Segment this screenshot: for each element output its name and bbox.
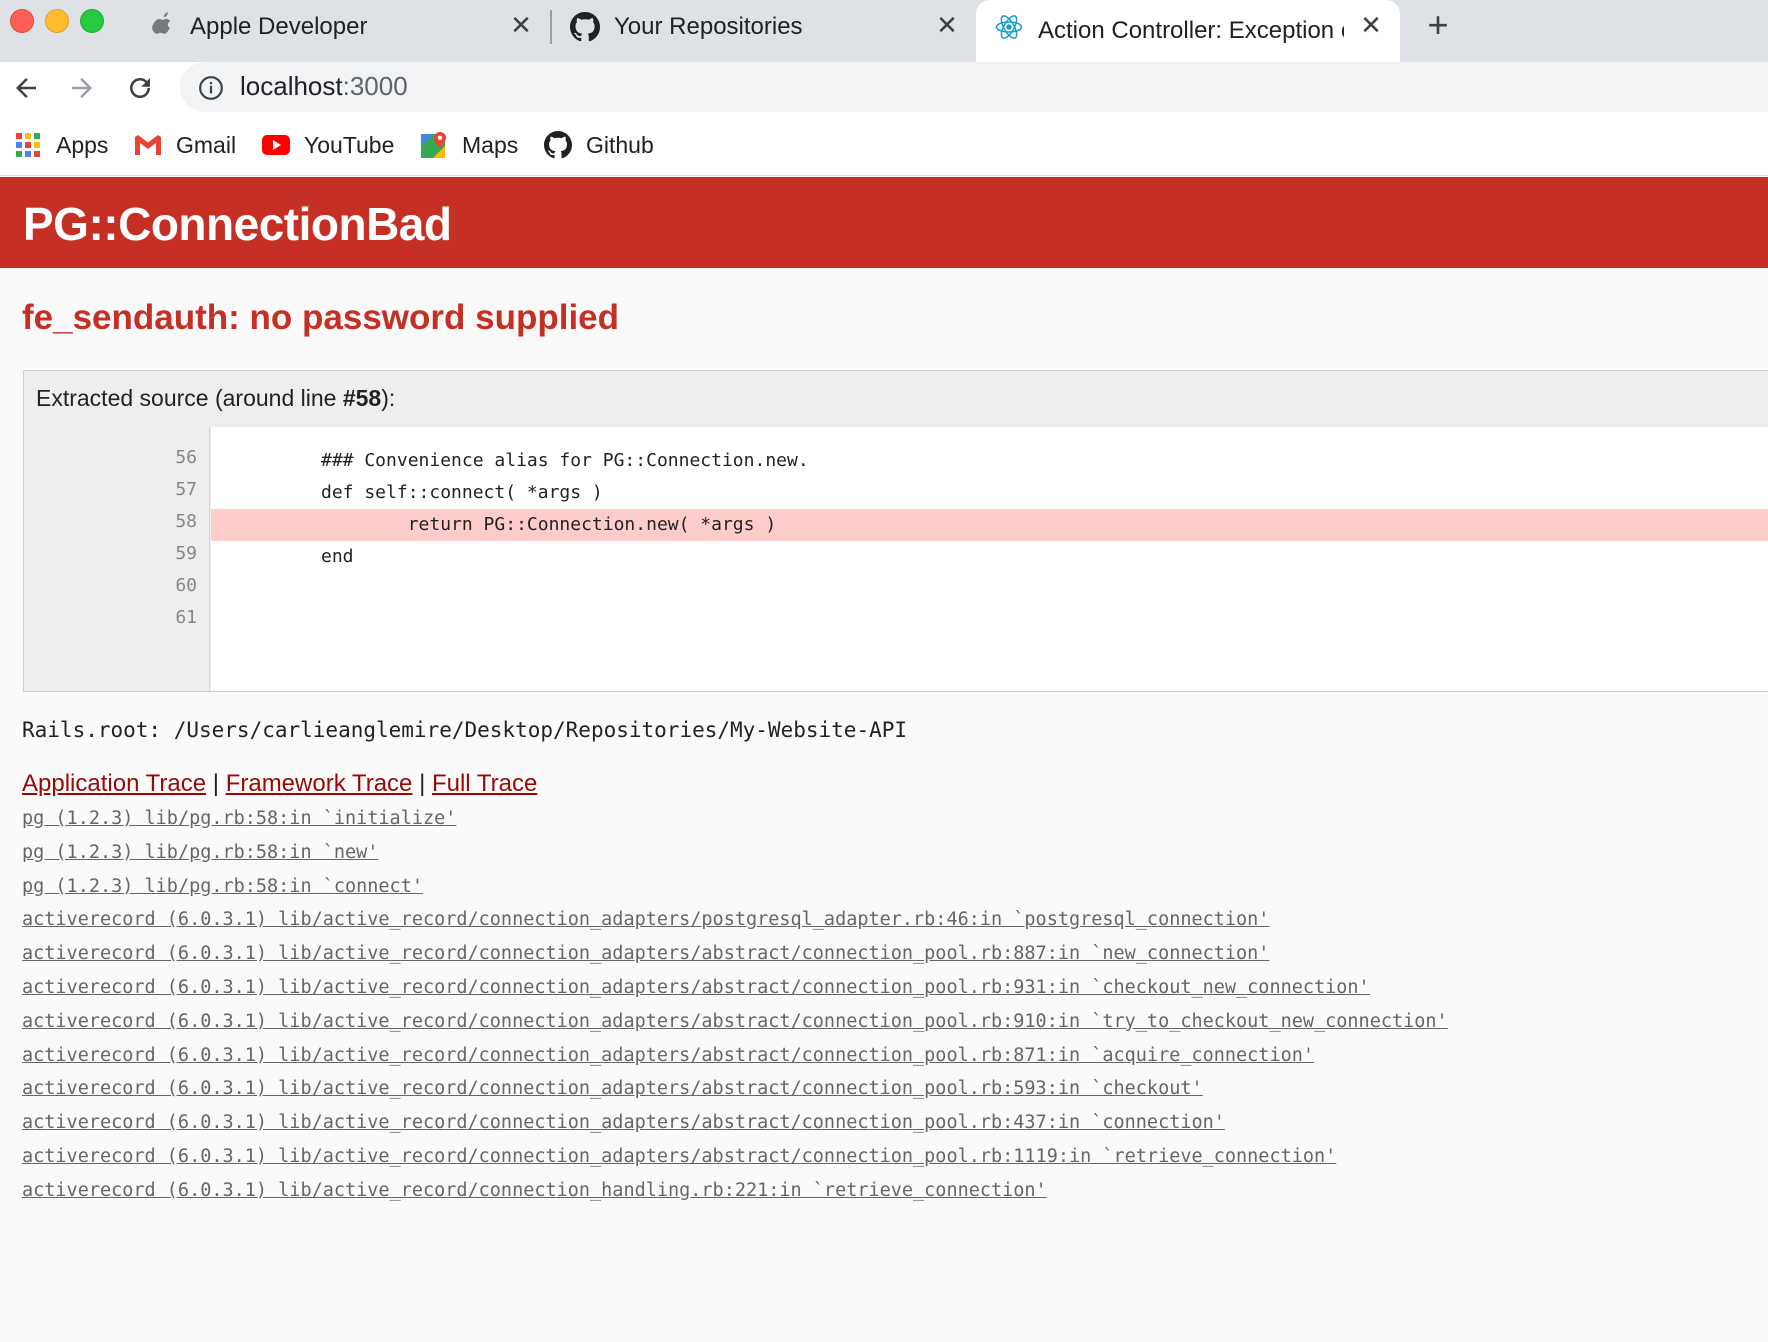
framework-trace-link[interactable]: Framework Trace	[226, 770, 413, 797]
maps-icon	[420, 131, 448, 159]
trace-list: pg (1.2.3) lib/pg.rb:58:in `initialize' …	[22, 806, 1762, 1212]
bookmarks-bar: Apps Gmail YouTube Maps Github	[0, 114, 1768, 176]
apple-icon	[150, 12, 174, 40]
bookmark-gmail[interactable]: Gmail	[134, 128, 236, 162]
code-line: ### Convenience alias for PG::Connection…	[321, 450, 809, 471]
forward-button[interactable]	[62, 68, 102, 108]
bookmark-youtube[interactable]: YouTube	[262, 128, 394, 162]
extracted-source-box: Extracted source (around line #58): 56 5…	[23, 370, 1768, 692]
source-title-prefix: Extracted source (around line	[36, 385, 343, 411]
trace-item[interactable]: pg (1.2.3) lib/pg.rb:58:in `connect'	[22, 874, 1762, 908]
extracted-source-title: Extracted source (around line #58):	[36, 385, 395, 412]
trace-item[interactable]: activerecord (6.0.3.1) lib/active_record…	[22, 1043, 1762, 1077]
trace-separator: |	[212, 770, 220, 797]
react-icon	[994, 12, 1024, 42]
gmail-icon	[134, 131, 162, 159]
line-number: 58	[175, 511, 197, 532]
arrow-left-icon	[16, 78, 36, 98]
tab-close-icon[interactable]: ✕	[932, 10, 962, 40]
tab-apple-developer[interactable]: Apple Developer ✕	[140, 0, 550, 54]
tab-action-controller[interactable]: Action Controller: Exception ca ✕	[976, 0, 1400, 62]
error-message: fe_sendauth: no password supplied	[22, 298, 620, 337]
tab-close-icon[interactable]: ✕	[1356, 10, 1386, 40]
error-title: PG::ConnectionBad	[23, 198, 452, 250]
trace-item[interactable]: pg (1.2.3) lib/pg.rb:58:in `new'	[22, 840, 1762, 874]
apps-grid-icon	[14, 131, 42, 159]
bookmark-label: Github	[586, 131, 654, 158]
bookmark-label: Gmail	[176, 131, 237, 158]
tab-close-icon[interactable]: ✕	[506, 10, 536, 40]
tab-title: Action Controller: Exception ca	[1038, 17, 1344, 44]
tab-title: Apple Developer	[190, 13, 368, 40]
bookmark-label: Maps	[462, 131, 519, 158]
code-area: 56 57 58 59 60 61 ### Convenience alias …	[24, 427, 1768, 691]
maximize-window-button[interactable]	[80, 9, 104, 33]
tab-your-repositories[interactable]: Your Repositories ✕	[556, 0, 974, 54]
github-icon	[544, 131, 572, 159]
line-number-gutter: 56 57 58 59 60 61	[24, 427, 210, 691]
line-number: 57	[175, 479, 197, 500]
code-line-highlighted: return PG::Connection.new( *args )	[211, 509, 1768, 541]
browser-tab-strip: Apple Developer ✕ Your Repositories ✕ Ac…	[0, 0, 1768, 62]
info-icon	[199, 76, 223, 100]
trace-separator: |	[419, 770, 426, 797]
new-tab-button[interactable]: +	[1418, 6, 1458, 46]
trace-tabs: Application Trace | Framework Trace | Fu…	[22, 770, 537, 798]
code-line: end	[321, 546, 354, 567]
trace-item[interactable]: activerecord (6.0.3.1) lib/active_record…	[22, 1009, 1762, 1043]
bookmark-label: Apps	[56, 131, 109, 158]
tab-title: Your Repositories	[614, 13, 803, 40]
reload-button[interactable]	[120, 68, 160, 108]
youtube-icon	[262, 131, 290, 159]
code-listing: ### Convenience alias for PG::Connection…	[211, 427, 1768, 691]
bookmark-apps[interactable]: Apps	[14, 128, 108, 162]
rails-root-path: Rails.root: /Users/carlieanglemire/Deskt…	[22, 718, 908, 742]
tab-separator	[550, 10, 552, 44]
trace-item[interactable]: activerecord (6.0.3.1) lib/active_record…	[22, 1144, 1762, 1178]
reload-icon	[130, 78, 150, 98]
line-number: 61	[175, 607, 197, 628]
source-title-line: #58	[342, 385, 382, 411]
url-port: :3000	[342, 71, 408, 101]
trace-item[interactable]: activerecord (6.0.3.1) lib/active_record…	[22, 975, 1762, 1009]
trace-item[interactable]: activerecord (6.0.3.1) lib/active_record…	[22, 907, 1762, 941]
full-trace-link[interactable]: Full Trace	[432, 770, 537, 797]
close-window-button[interactable]	[10, 9, 34, 33]
github-icon	[570, 12, 600, 42]
url-host: localhost	[240, 71, 343, 101]
url-text: localhost:3000	[240, 71, 408, 102]
application-trace-link[interactable]: Application Trace	[22, 770, 206, 797]
trace-item[interactable]: activerecord (6.0.3.1) lib/active_record…	[22, 1110, 1762, 1144]
address-bar[interactable]: localhost:3000	[180, 62, 1768, 112]
back-button[interactable]	[6, 68, 46, 108]
line-number: 56	[175, 447, 197, 468]
bookmark-maps[interactable]: Maps	[420, 128, 518, 162]
bookmark-label: YouTube	[304, 131, 395, 158]
bookmark-github[interactable]: Github	[544, 128, 654, 162]
error-header: PG::ConnectionBad	[0, 177, 1768, 268]
trace-item[interactable]: pg (1.2.3) lib/pg.rb:58:in `initialize'	[22, 806, 1762, 840]
minimize-window-button[interactable]	[45, 9, 69, 33]
browser-toolbar: localhost:3000	[0, 62, 1768, 114]
arrow-right-icon	[72, 78, 92, 98]
trace-item[interactable]: activerecord (6.0.3.1) lib/active_record…	[22, 1076, 1762, 1110]
trace-item[interactable]: activerecord (6.0.3.1) lib/active_record…	[22, 941, 1762, 975]
code-line: def self::connect( *args )	[321, 482, 603, 503]
line-number: 59	[175, 543, 197, 564]
line-number: 60	[175, 575, 197, 596]
trace-item[interactable]: activerecord (6.0.3.1) lib/active_record…	[22, 1178, 1762, 1212]
source-title-suffix: ):	[381, 385, 396, 411]
